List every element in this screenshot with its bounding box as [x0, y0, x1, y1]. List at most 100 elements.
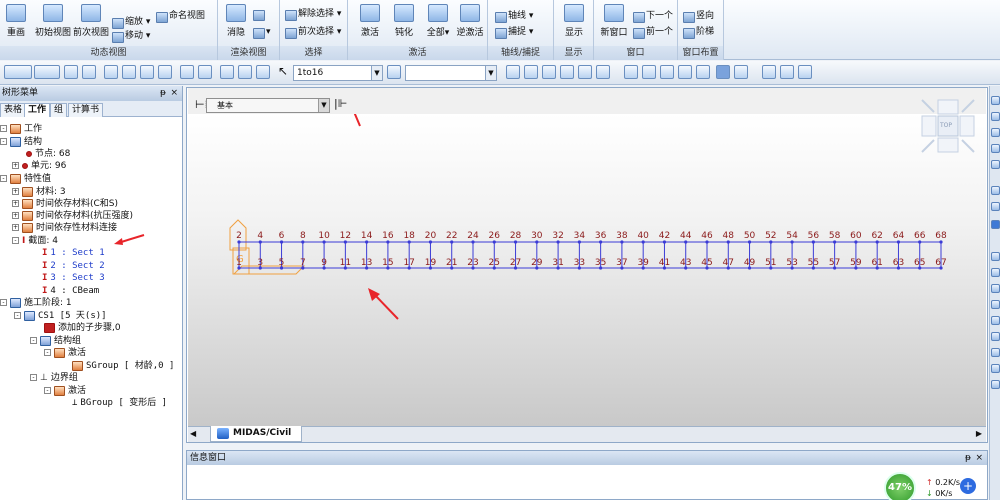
tab-work[interactable]: 工作	[24, 103, 51, 117]
zoom-in-icon[interactable]	[991, 96, 1000, 105]
new-window-button[interactable]: 新窗口	[596, 2, 632, 42]
tree-node-boundary-group[interactable]: - ⊥ 边界组	[30, 372, 78, 384]
model-drawing[interactable]: G214365871091211141316151817201922212423…	[188, 99, 986, 426]
view-front-icon[interactable]	[660, 65, 674, 79]
view-mode-select[interactable]: 基本 ▼	[206, 98, 330, 113]
tree-node-bgroup[interactable]: ⊥ BGroup [ 变形后 ]	[72, 397, 167, 409]
shrink-icon[interactable]	[578, 65, 592, 79]
intersect-icon[interactable]	[596, 65, 610, 79]
previous-window-button[interactable]: 前一个	[632, 26, 673, 39]
close-icon[interactable]: ×	[975, 451, 983, 465]
pan-button[interactable]: 移动 ▾	[111, 30, 150, 43]
display-element-icon[interactable]	[524, 65, 538, 79]
select-plane-icon[interactable]	[140, 65, 154, 79]
render-globe-button[interactable]: ▾	[252, 26, 271, 39]
snap-button[interactable]: 捕捉 ▾	[494, 26, 533, 39]
tree-node-work[interactable]: - 工作	[0, 123, 42, 135]
collapse-icon[interactable]: -	[0, 175, 7, 182]
select-identity-icon[interactable]	[256, 65, 270, 79]
collapse-icon[interactable]: -	[0, 138, 7, 145]
close-icon[interactable]: ×	[170, 86, 178, 101]
activate-button[interactable]: 激活	[354, 2, 386, 42]
view-left-icon[interactable]	[991, 284, 1000, 293]
scroll-right-icon[interactable]: ▶	[976, 429, 982, 438]
tile-vertical-button[interactable]: 竖向	[682, 10, 714, 23]
rotate-icon[interactable]	[991, 160, 1000, 169]
select-intersect-icon[interactable]	[122, 65, 136, 79]
render-icon[interactable]	[991, 380, 1000, 389]
zoom-window-icon[interactable]	[642, 65, 656, 79]
select-single-icon[interactable]	[104, 65, 118, 79]
collapse-icon[interactable]: -	[44, 349, 51, 356]
view-iso-icon[interactable]	[696, 65, 710, 79]
tree-node-elements[interactable]: + 单元: 96	[12, 160, 66, 172]
view-back-icon[interactable]	[991, 268, 1000, 277]
render-option-button[interactable]	[252, 8, 266, 21]
chevron-down-icon[interactable]: ▼	[485, 66, 496, 80]
expand-icon[interactable]: +	[12, 200, 19, 207]
zoom-fit-icon[interactable]	[624, 65, 638, 79]
perspective-icon[interactable]	[991, 364, 1000, 373]
redraw-button[interactable]: 重画	[0, 2, 32, 42]
view-top-icon[interactable]	[678, 65, 692, 79]
tree-node-nodes[interactable]: 节点: 68	[26, 148, 70, 160]
lock-icon[interactable]	[762, 65, 776, 79]
named-view-button[interactable]: 命名视图	[155, 10, 205, 23]
select-polygon-icon[interactable]	[82, 65, 96, 79]
tree-node-td-material-link[interactable]: + 时间依存性材料连接	[12, 222, 117, 234]
hand-icon[interactable]	[991, 186, 1000, 195]
tree-node-cs1[interactable]: - CS1 [5 天(s)]	[14, 310, 107, 322]
previous-view-button[interactable]: 前次视图	[72, 2, 110, 42]
tab-midas-civil[interactable]: MIDAS/Civil	[210, 426, 302, 442]
move-icon[interactable]	[542, 65, 556, 79]
unselect-icon[interactable]	[220, 65, 234, 79]
view-cube[interactable]: TOP	[920, 98, 976, 154]
previous-selection-icon[interactable]	[238, 65, 252, 79]
tree-node-td-material-strength[interactable]: + 时间依存材料(抗压强度)	[12, 210, 133, 222]
deactivate-button[interactable]: 钝化	[388, 2, 420, 42]
collapse-icon[interactable]: -	[30, 374, 37, 381]
collapse-icon[interactable]: -	[12, 237, 19, 244]
network-speed-widget[interactable]: 47% ↑ 0.2K/s ↓ 0K/s +	[880, 472, 990, 500]
tree-node-section[interactable]: - I 截面: 4	[12, 235, 58, 247]
inverse-activate-button[interactable]: 逆激活	[452, 2, 488, 42]
redo-button[interactable]	[34, 65, 60, 79]
tree-node-sect3[interactable]: I3 : Sect 3	[42, 272, 105, 284]
initial-view-button[interactable]: 初始视图	[34, 2, 72, 42]
element-number-icon[interactable]	[734, 65, 748, 79]
active-tool-icon[interactable]	[991, 220, 1000, 229]
activate-all-button[interactable]: 全部▾	[422, 2, 454, 42]
unlock-icon[interactable]	[780, 65, 794, 79]
pan-icon[interactable]	[991, 144, 1000, 153]
select-window-icon[interactable]	[64, 65, 78, 79]
zoom-out-icon[interactable]	[991, 112, 1000, 121]
select-by-id-icon[interactable]	[387, 65, 401, 79]
select-all-icon[interactable]	[158, 65, 172, 79]
selection-input[interactable]: 1to16 ▼	[293, 65, 383, 81]
collapse-icon[interactable]: -	[30, 337, 37, 344]
expand-icon[interactable]: +	[12, 188, 19, 195]
collapse-icon[interactable]: -	[44, 387, 51, 394]
next-window-button[interactable]: 下一个	[632, 10, 673, 23]
collapse-icon[interactable]: -	[14, 312, 21, 319]
tree-node-stages[interactable]: - 施工阶段: 1	[0, 297, 72, 309]
tree-node-struct-group[interactable]: - 结构组	[30, 335, 81, 347]
cascade-button[interactable]: 阶梯	[682, 26, 714, 39]
display-button[interactable]: 显示	[558, 2, 590, 42]
query-icon[interactable]	[180, 65, 194, 79]
add-button[interactable]: +	[960, 478, 976, 494]
selection-filter-select[interactable]: ▼	[405, 65, 497, 81]
tree-node-sect4[interactable]: I4 : CBeam	[42, 285, 99, 297]
view-iso-icon[interactable]	[991, 348, 1000, 357]
pin-icon[interactable]: ᵽ	[965, 451, 971, 465]
pin-icon[interactable]: ᵽ	[160, 86, 166, 101]
zoom-all-icon[interactable]	[991, 128, 1000, 137]
tree-node-sect2[interactable]: I2 : Sect 2	[42, 260, 105, 272]
chevron-down-icon[interactable]: ▼	[371, 66, 382, 80]
previous-select-button[interactable]: 前次选择 ▾	[284, 26, 341, 39]
tree-node-activate2[interactable]: - 激活	[44, 385, 86, 397]
model-canvas[interactable]: G 2 1 4 3 6 5 8 7 10 9 12 11 14 13 16 15 18 17 20 19 22 21 24 23…	[188, 99, 986, 426]
tree-node-td-material-cs[interactable]: + 时间依存材料(C和S)	[12, 198, 118, 210]
expand-icon[interactable]: +	[12, 162, 19, 169]
tree-node-sect1[interactable]: I1 : Sect 1	[42, 247, 105, 259]
